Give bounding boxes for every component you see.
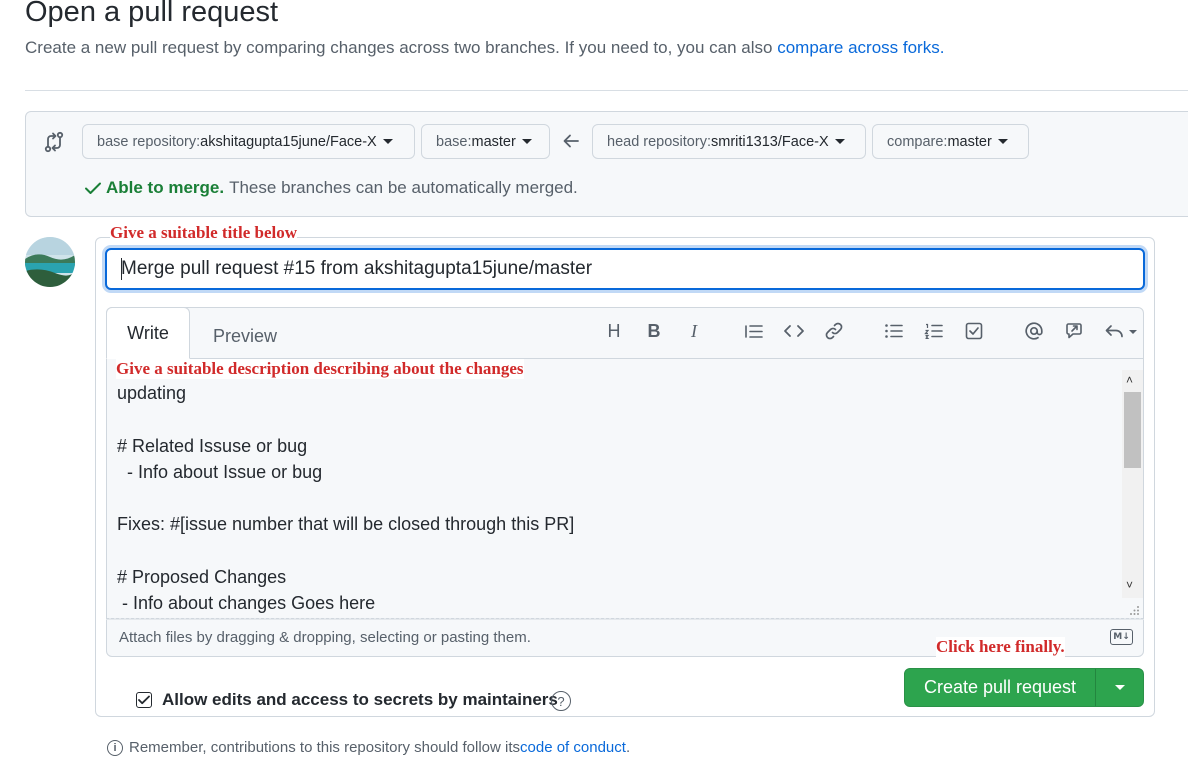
footer-end: . xyxy=(625,739,631,756)
base-branch-select[interactable]: base: master xyxy=(421,124,550,159)
footer-note: i Remember, contributions to this reposi… xyxy=(107,739,630,756)
quote-icon[interactable] xyxy=(741,318,767,344)
merge-status: Able to merge. These branches can be aut… xyxy=(84,178,578,198)
click-hint-annotation: Click here finally. xyxy=(936,637,1065,657)
resize-handle-icon[interactable] xyxy=(1128,604,1140,616)
task-list-icon[interactable] xyxy=(961,318,987,344)
description-hint-annotation: Give a suitable description describing a… xyxy=(116,359,524,379)
description-text: updating # Related Issuse or bug - Info … xyxy=(117,383,575,614)
subtitle-text: Create a new pull request by comparing c… xyxy=(25,38,778,57)
code-icon[interactable] xyxy=(781,318,807,344)
heading-icon[interactable]: H xyxy=(601,318,627,344)
description-textarea[interactable]: updating # Related Issuse or bug - Info … xyxy=(107,370,1143,618)
compare-forks-link[interactable]: compare across forks. xyxy=(777,38,944,57)
allow-edits-checkbox[interactable] xyxy=(136,692,152,708)
attach-divider xyxy=(106,618,1144,620)
base-value: master xyxy=(471,133,516,150)
base-repo-label: base repository: xyxy=(97,133,201,150)
italic-glyph: I xyxy=(691,320,697,341)
header-divider xyxy=(25,90,1188,91)
text-cursor xyxy=(121,258,122,280)
reply-icon[interactable] xyxy=(1101,318,1141,344)
create-pull-request-label[interactable]: Create pull request xyxy=(905,669,1096,706)
bold-glyph: B xyxy=(647,320,661,341)
compare-icon xyxy=(44,131,64,153)
tab-preview[interactable]: Preview xyxy=(195,318,295,354)
page-title: Open a pull request xyxy=(25,0,279,28)
check-icon xyxy=(85,182,101,194)
unordered-list-icon[interactable] xyxy=(881,318,907,344)
scroll-down-icon[interactable]: ˅ xyxy=(1126,578,1133,592)
tab-write[interactable]: Write xyxy=(106,307,190,359)
markdown-icon[interactable]: M↓ xyxy=(1110,629,1133,645)
chevron-down-icon xyxy=(997,139,1008,144)
merge-ok-label: Able to merge. xyxy=(106,178,225,197)
base-label: base: xyxy=(436,133,472,150)
reference-icon[interactable] xyxy=(1061,318,1087,344)
scroll-up-icon[interactable]: ˄ xyxy=(1126,373,1133,387)
title-hint-annotation: Give a suitable title below xyxy=(110,223,297,243)
compare-value: master xyxy=(947,133,992,150)
arrow-left-icon xyxy=(563,134,579,148)
attach-files-hint[interactable]: Attach files by dragging & dropping, sel… xyxy=(119,629,531,646)
head-repository-select[interactable]: head repository: smriti1313/Face-X xyxy=(592,124,866,159)
page-subtitle: Create a new pull request by comparing c… xyxy=(25,38,944,58)
chevron-down-icon xyxy=(382,139,393,144)
info-icon: i xyxy=(107,739,123,756)
base-repo-value: akshitagupta15june/Face-X xyxy=(200,133,377,150)
chevron-down-icon xyxy=(834,139,845,144)
heading-glyph: H xyxy=(607,320,621,341)
italic-icon[interactable]: I xyxy=(681,318,707,344)
compare-label: compare: xyxy=(887,133,948,150)
merge-description: These branches can be automatically merg… xyxy=(229,178,578,197)
avatar xyxy=(25,237,75,287)
footer-text: Remember, contributions to this reposito… xyxy=(129,739,521,756)
allow-edits-label[interactable]: Allow edits and access to secrets by mai… xyxy=(162,690,558,710)
title-input[interactable] xyxy=(105,248,1145,290)
help-icon[interactable]: ? xyxy=(551,691,571,711)
link-icon[interactable] xyxy=(821,318,847,344)
chevron-down-icon xyxy=(521,139,532,144)
bold-icon[interactable]: B xyxy=(641,318,667,344)
head-repo-value: smriti1313/Face-X xyxy=(710,133,829,150)
compare-branch-select[interactable]: compare: master xyxy=(872,124,1029,159)
chevron-down-icon xyxy=(1114,685,1125,690)
ordered-list-icon[interactable] xyxy=(921,318,947,344)
scrollbar-thumb[interactable] xyxy=(1124,392,1141,468)
head-repo-label: head repository: xyxy=(607,133,711,150)
base-repository-select[interactable]: base repository: akshitagupta15june/Face… xyxy=(82,124,415,159)
create-pull-request-button[interactable]: Create pull request xyxy=(904,668,1144,707)
create-options-dropdown[interactable] xyxy=(1096,669,1143,706)
mention-icon[interactable] xyxy=(1021,318,1047,344)
code-of-conduct-link[interactable]: code of conduct xyxy=(520,739,626,756)
